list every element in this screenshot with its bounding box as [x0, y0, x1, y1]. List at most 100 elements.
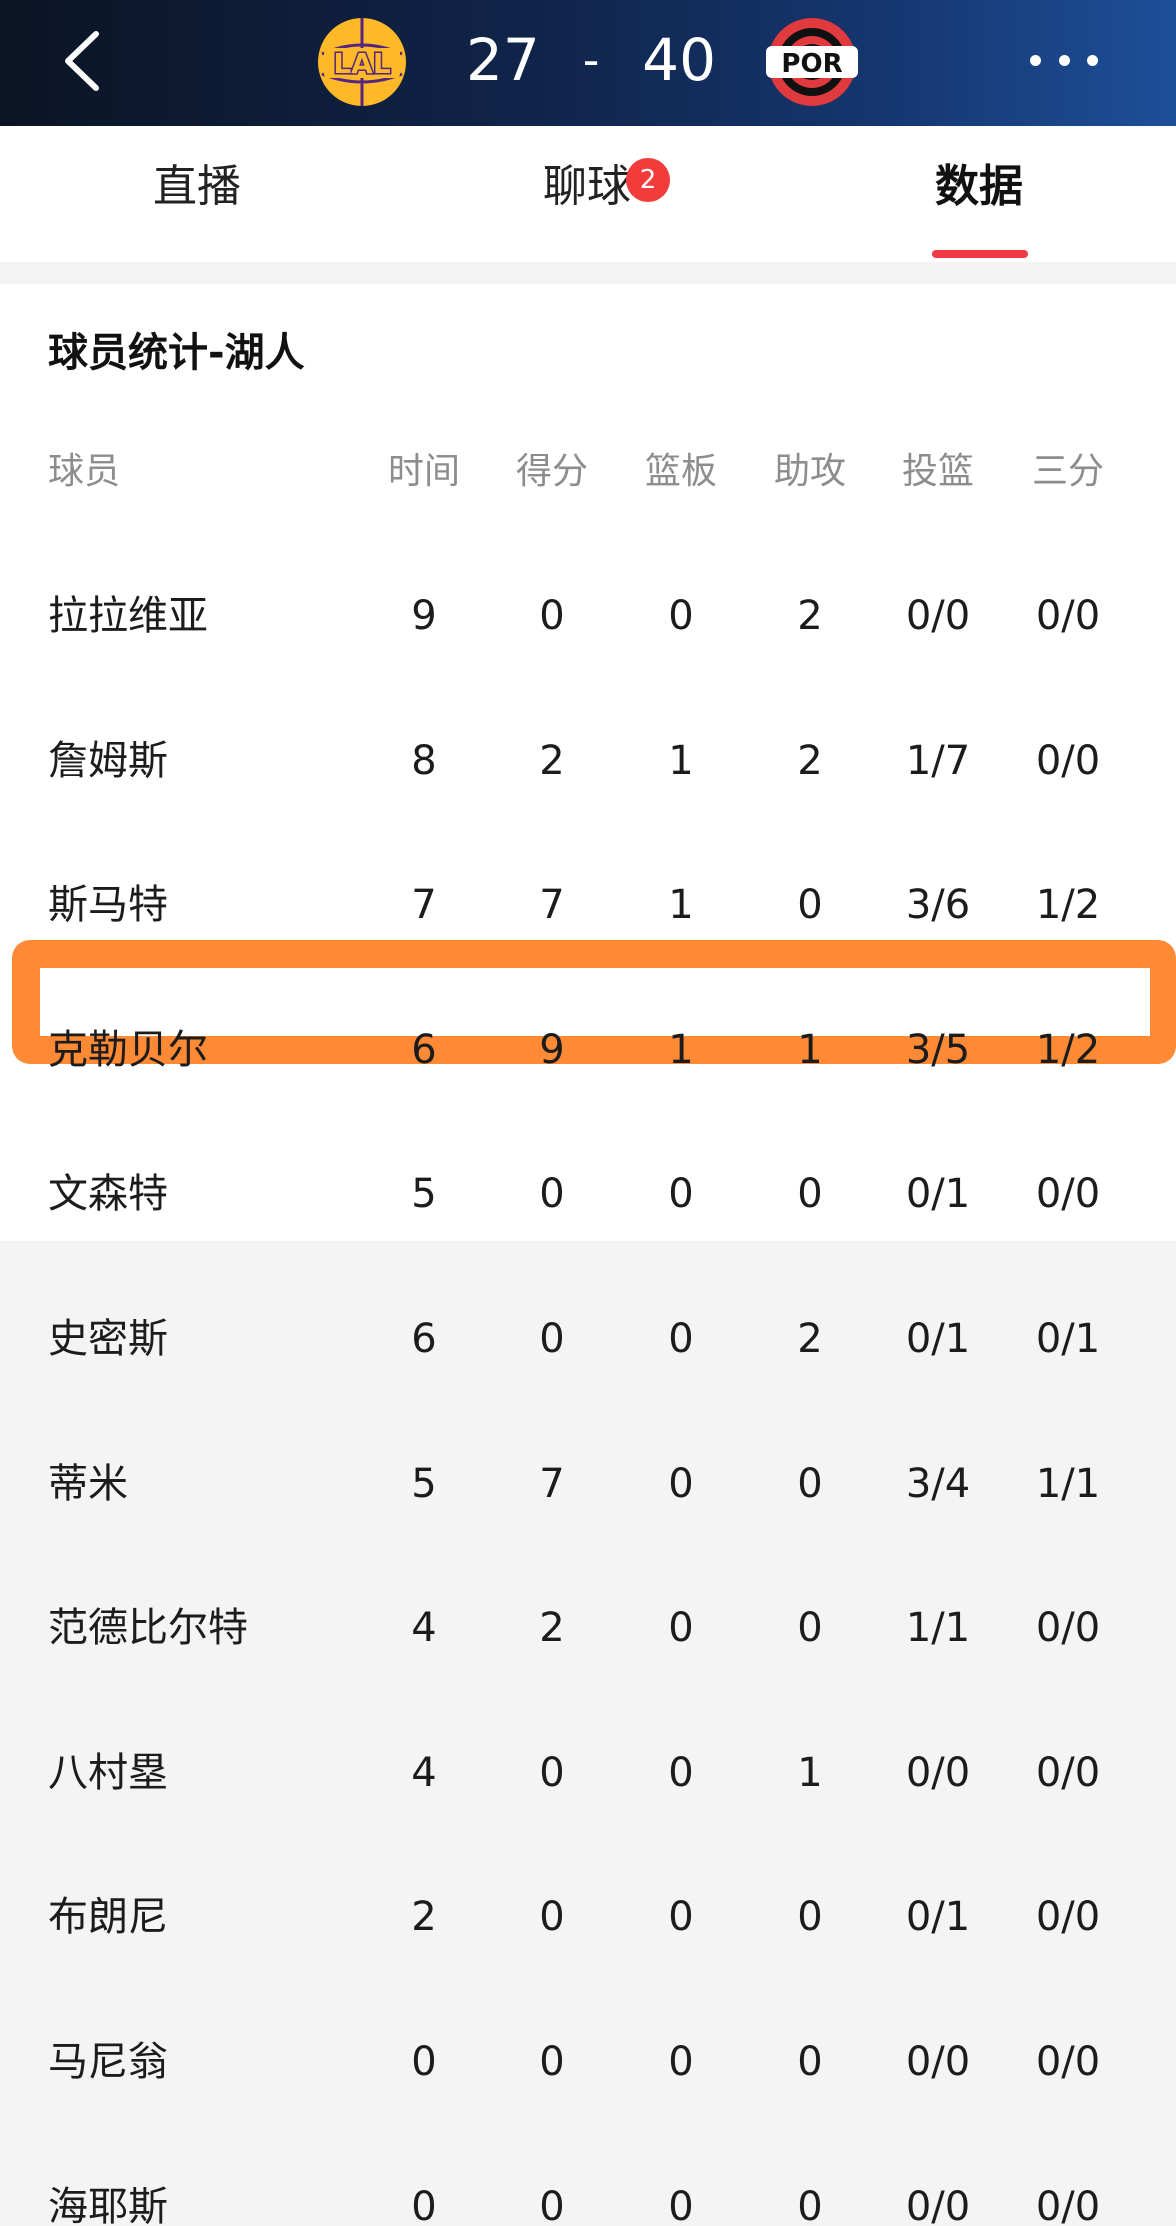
stat-cell-time: 5 — [411, 1171, 437, 1217]
stat-cell-ft: 0 — [1158, 1412, 1176, 1556]
player-row[interactable]: 蒂米 5 7 0 0 3/4 1/1 0 — [0, 1412, 1176, 1556]
stat-cell-pts: 2 — [539, 1605, 565, 1651]
stat-cell-reb: 0 — [668, 2184, 694, 2226]
stat-cell-reb: 0 — [668, 1605, 694, 1651]
player-name[interactable]: 布朗尼 — [48, 1845, 368, 1989]
player-row[interactable]: 詹姆斯 8 2 1 2 1/7 0/0 0 — [0, 689, 1176, 833]
player-name[interactable]: 斯马特 — [48, 833, 368, 977]
player-name[interactable]: 克勒贝尔 — [48, 978, 368, 1122]
tab-data[interactable]: 数据 — [912, 152, 1046, 222]
player-row[interactable]: 斯马特 7 7 1 0 3/6 1/2 0 — [0, 833, 1176, 977]
stat-cell-time: 6 — [411, 1316, 437, 1362]
player-name[interactable]: 文森特 — [48, 1122, 368, 1266]
stat-cell-three: 1/2 — [1035, 1027, 1101, 1073]
stat-cell-reb: 0 — [668, 1171, 694, 1217]
stat-cell-time: 4 — [411, 1750, 437, 1796]
player-row[interactable]: 史密斯 6 0 0 2 0/1 0/1 0 — [0, 1267, 1176, 1411]
column-header[interactable]: 助攻 — [764, 400, 856, 544]
column-header[interactable]: 三分 — [1022, 400, 1114, 544]
stat-cell-three: 0/0 — [1035, 1605, 1101, 1651]
stat-cell-ast: 1 — [797, 1750, 823, 1796]
stat-cell-ast: 0 — [797, 2039, 823, 2085]
away-score: 40 — [642, 26, 716, 94]
player-row[interactable]: 拉拉维亚 9 0 0 2 0/0 0/0 0 — [0, 544, 1176, 688]
game-header: LAL 27 - 40 POR — [0, 0, 1176, 126]
stat-cell-ast: 2 — [797, 738, 823, 784]
stat-cell-three: 0/0 — [1035, 1171, 1101, 1217]
stat-cell-fg: 0/0 — [905, 2039, 971, 2085]
svg-text:POR: POR — [781, 49, 842, 79]
more-dot-icon — [1030, 54, 1041, 66]
stat-cell-three: 0/0 — [1035, 2184, 1101, 2226]
stat-cell-ast: 0 — [797, 1894, 823, 1940]
stat-cell-time: 5 — [411, 1461, 437, 1507]
stat-cell-three: 0/1 — [1035, 1316, 1101, 1362]
stat-cell-fg: 0/1 — [905, 1171, 971, 1217]
player-row[interactable]: 八村塁 4 0 0 1 0/0 0/0 0 — [0, 1701, 1176, 1845]
stat-cell-reb: 1 — [668, 738, 694, 784]
player-row[interactable]: 文森特 5 0 0 0 0/1 0/0 0 — [0, 1122, 1176, 1266]
more-options-button[interactable] — [1030, 46, 1098, 74]
tab-live[interactable]: 直播 — [130, 152, 264, 222]
stats-header-row: 球员 时间 得分 篮板 助攻 投篮 三分 罚 — [0, 400, 1176, 544]
player-row[interactable]: 克勒贝尔 6 9 1 1 3/5 1/2 — [0, 978, 1176, 1122]
lakers-logo-graphic: LAL — [318, 18, 406, 106]
stat-cell-three: 0/0 — [1035, 2039, 1101, 2085]
stat-cell-ast: 1 — [797, 1027, 823, 1073]
stat-cell-ft — [1158, 978, 1176, 1122]
player-name[interactable]: 马尼翁 — [48, 1990, 368, 2134]
player-name[interactable]: 八村塁 — [48, 1701, 368, 1845]
section-title: 球员统计-湖人 — [48, 330, 305, 376]
column-header[interactable]: 投篮 — [892, 400, 984, 544]
player-stats-section: 球员统计-湖人 球员 时间 得分 篮板 助攻 投篮 三分 罚 拉拉维亚90020… — [0, 284, 1176, 2226]
stat-cell-pts: 0 — [539, 1894, 565, 1940]
stat-cell-reb: 0 — [668, 593, 694, 639]
player-row[interactable]: 马尼翁 0 0 0 0 0/0 0/0 0 — [0, 1990, 1176, 2134]
stat-cell-fg: 0/1 — [905, 1894, 971, 1940]
stat-cell-reb: 0 — [668, 1750, 694, 1796]
stat-cell-pts: 0 — [539, 1750, 565, 1796]
stat-cell-reb: 0 — [668, 1461, 694, 1507]
stat-cell-time: 0 — [411, 2184, 437, 2226]
stat-cell-reb: 1 — [668, 882, 694, 928]
stat-cell-ft: 0 — [1158, 1556, 1176, 1700]
back-button[interactable] — [52, 24, 112, 98]
stat-cell-ft: 0 — [1158, 1267, 1176, 1411]
stat-cell-reb: 1 — [668, 1027, 694, 1073]
column-header[interactable]: 罚 — [1158, 400, 1176, 544]
player-name[interactable]: 詹姆斯 — [48, 689, 368, 833]
more-dot-icon — [1087, 54, 1098, 66]
stat-cell-time: 8 — [411, 738, 437, 784]
stat-cell-ast: 0 — [797, 1461, 823, 1507]
stat-cell-time: 4 — [411, 1605, 437, 1651]
svg-text:LAL: LAL — [333, 47, 391, 80]
stat-cell-time: 7 — [411, 882, 437, 928]
home-score: 27 — [466, 26, 540, 94]
stat-cell-fg: 3/6 — [905, 882, 971, 928]
player-name[interactable]: 史密斯 — [48, 1267, 368, 1411]
stat-cell-time: 2 — [411, 1894, 437, 1940]
player-row[interactable]: 范德比尔特 4 2 0 0 1/1 0/0 0 — [0, 1556, 1176, 1700]
stat-cell-ft: 0 — [1158, 1845, 1176, 1989]
player-name[interactable]: 蒂米 — [48, 1412, 368, 1556]
player-name[interactable]: 范德比尔特 — [48, 1556, 368, 1700]
stat-cell-time: 0 — [411, 2039, 437, 2085]
stat-cell-three: 0/0 — [1035, 738, 1101, 784]
column-header[interactable]: 篮板 — [635, 400, 727, 544]
column-header[interactable]: 时间 — [378, 400, 470, 544]
player-name[interactable]: 拉拉维亚 — [48, 544, 368, 688]
stat-cell-ft: 0 — [1158, 544, 1176, 688]
stat-cell-ast: 0 — [797, 1605, 823, 1651]
stat-cell-ft: 0 — [1158, 833, 1176, 977]
player-name[interactable]: 海耶斯 — [48, 2135, 368, 2226]
stat-cell-fg: 1/7 — [905, 738, 971, 784]
stat-cell-ft: 0 — [1158, 1701, 1176, 1845]
section-divider — [0, 262, 1176, 284]
stat-cell-pts: 0 — [539, 2184, 565, 2226]
stat-cell-three: 0/0 — [1035, 593, 1101, 639]
blazers-logo[interactable]: POR — [766, 16, 858, 108]
lakers-logo[interactable]: LAL — [316, 16, 408, 108]
column-header[interactable]: 得分 — [506, 400, 598, 544]
player-row[interactable]: 布朗尼 2 0 0 0 0/1 0/0 0 — [0, 1845, 1176, 1989]
player-row[interactable]: 海耶斯 0 0 0 0 0/0 0/0 0 — [0, 2135, 1176, 2226]
